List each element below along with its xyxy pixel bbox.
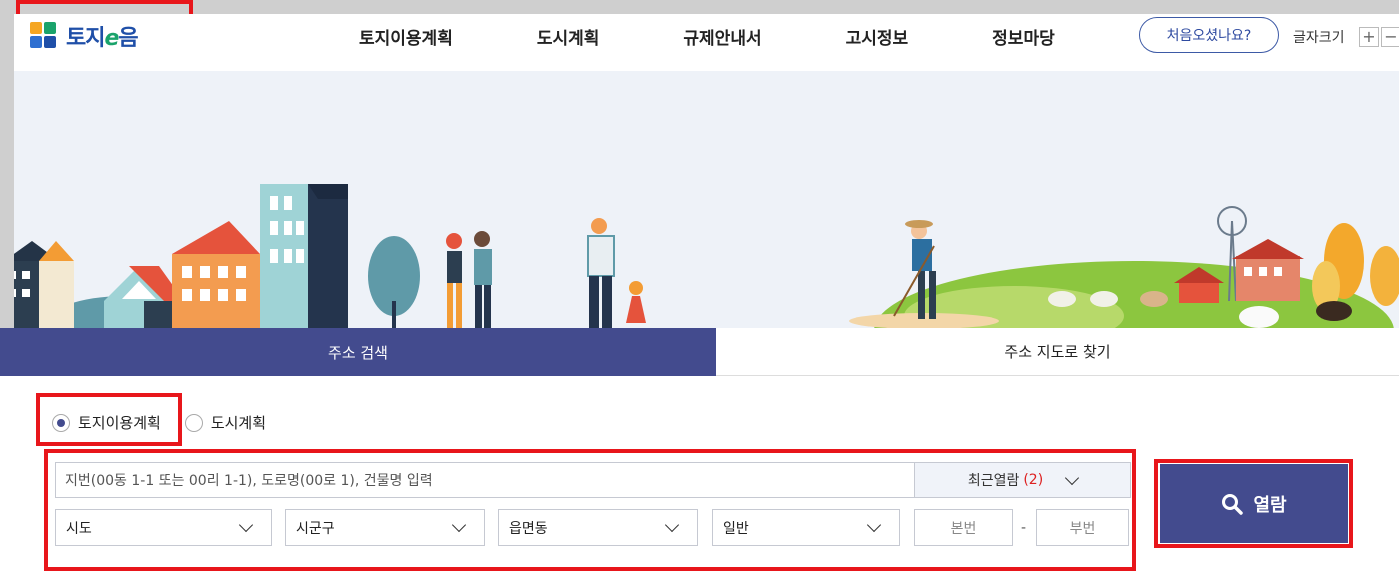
tab-address-search[interactable]: 주소 검색 (0, 328, 716, 384)
main-nav: 토지이용계획 도시계획 규제안내서 고시정보 정보마당 (359, 14, 1139, 59)
tab-map-search[interactable]: 주소 지도로 찾기 (716, 328, 1399, 376)
nav-city-plan[interactable]: 도시계획 (537, 24, 600, 49)
page: 토지e음 토지이용계획 도시계획 규제안내서 고시정보 정보마당 처음오셨나요?… (0, 0, 1399, 574)
font-size-label: 글자크기 (1293, 30, 1345, 46)
first-visit-button[interactable]: 처음오셨나요? (1139, 17, 1279, 53)
site-logo[interactable]: 토지e음 (30, 20, 139, 52)
view-button-highlight-box (1154, 459, 1353, 548)
search-fields-highlight-box (44, 449, 1136, 571)
search-panel: 토지이용계획 도시계획 지번(00동 1-1 또는 00리 1-1), 도로명(… (0, 376, 1399, 574)
nav-info-plaza[interactable]: 정보마당 (992, 24, 1055, 49)
nav-notice-info[interactable]: 고시정보 (846, 24, 909, 49)
logo-mark-icon (30, 22, 58, 50)
tab-map-search-label: 주소 지도로 찾기 (1004, 343, 1111, 361)
hero-banner (14, 71, 1399, 328)
logo-text-e: e (104, 26, 119, 51)
nav-land-use-plan[interactable]: 토지이용계획 (359, 24, 453, 49)
hero-illustration (14, 184, 1399, 328)
tab-address-search-label: 주소 검색 (328, 343, 388, 362)
radio-city-plan[interactable]: 도시계획 (184, 412, 267, 433)
logo-text-a: 토지 (66, 26, 105, 51)
radio-highlight-box (36, 393, 182, 446)
radio-city-plan-label: 도시계획 (210, 414, 267, 432)
radio-unselected-icon (184, 413, 203, 432)
font-size-decrease-button[interactable]: − (1381, 27, 1399, 47)
nav-regulation-guide[interactable]: 규제안내서 (683, 24, 761, 49)
logo-text: 토지e음 (66, 20, 139, 52)
logo-text-b: 음 (118, 26, 138, 51)
site-header: 토지e음 토지이용계획 도시계획 규제안내서 고시정보 정보마당 처음오셨나요?… (14, 14, 1399, 71)
font-size-increase-button[interactable]: + (1359, 27, 1379, 47)
search-tabs: 주소 검색 주소 지도로 찾기 (0, 328, 1399, 384)
